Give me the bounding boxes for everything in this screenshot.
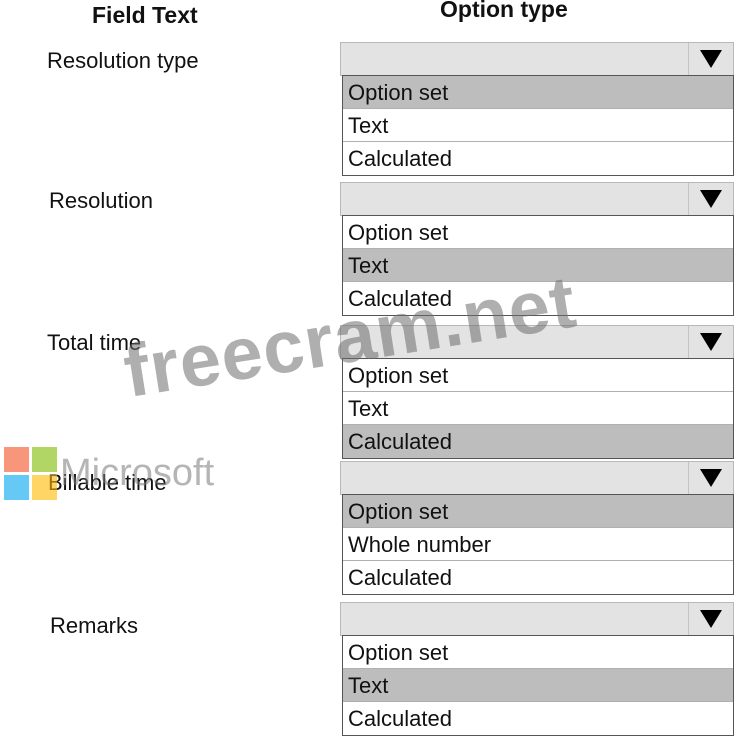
option-list-total-time: Option set Text Calculated bbox=[342, 358, 734, 459]
field-label-resolution: Resolution bbox=[49, 188, 153, 213]
field-label-remarks: Remarks bbox=[50, 613, 139, 638]
triangle-down-icon bbox=[700, 610, 722, 628]
triangle-down-icon bbox=[700, 50, 722, 68]
dropdown-button[interactable] bbox=[688, 43, 733, 75]
dropdown-button[interactable] bbox=[688, 326, 733, 358]
dropdown-total-time[interactable] bbox=[340, 325, 734, 359]
dropdown-button[interactable] bbox=[688, 462, 733, 494]
dropdown-resolution-type[interactable] bbox=[340, 42, 734, 76]
option-item[interactable]: Option set bbox=[343, 636, 733, 669]
dropdown-billable-time[interactable] bbox=[340, 461, 734, 495]
option-item[interactable]: Text bbox=[343, 249, 733, 282]
dropdown-resolution[interactable] bbox=[340, 182, 734, 216]
microsoft-logo-icon bbox=[4, 447, 58, 501]
option-item[interactable]: Text bbox=[343, 392, 733, 425]
dropdown-button[interactable] bbox=[688, 603, 733, 635]
option-item[interactable]: Calculated bbox=[343, 425, 733, 458]
triangle-down-icon bbox=[700, 333, 722, 351]
option-item[interactable]: Calculated bbox=[343, 561, 733, 594]
triangle-down-icon bbox=[700, 469, 722, 487]
option-item[interactable]: Option set bbox=[343, 359, 733, 392]
option-list-resolution: Option set Text Calculated bbox=[342, 215, 734, 316]
option-item[interactable]: Option set bbox=[343, 76, 733, 109]
field-text-header: Field Text bbox=[92, 2, 198, 28]
field-label-total-time: Total time bbox=[47, 330, 142, 355]
dropdown-remarks[interactable] bbox=[340, 602, 734, 636]
field-label-billable-time: Billable time bbox=[48, 470, 167, 495]
field-label-resolution-type: Resolution type bbox=[47, 48, 199, 73]
dropdown-button[interactable] bbox=[688, 183, 733, 215]
option-item[interactable]: Text bbox=[343, 109, 733, 142]
option-item[interactable]: Option set bbox=[343, 216, 733, 249]
option-item[interactable]: Whole number bbox=[343, 528, 733, 561]
option-item[interactable]: Option set bbox=[343, 495, 733, 528]
option-item[interactable]: Calculated bbox=[343, 282, 733, 315]
option-list-remarks: Option set Text Calculated bbox=[342, 635, 734, 736]
option-item[interactable]: Text bbox=[343, 669, 733, 702]
option-list-billable-time: Option set Whole number Calculated bbox=[342, 494, 734, 595]
triangle-down-icon bbox=[700, 190, 722, 208]
option-item[interactable]: Calculated bbox=[343, 142, 733, 175]
option-type-header: Option type bbox=[440, 0, 568, 22]
option-item[interactable]: Calculated bbox=[343, 702, 733, 735]
option-list-resolution-type: Option set Text Calculated bbox=[342, 75, 734, 176]
